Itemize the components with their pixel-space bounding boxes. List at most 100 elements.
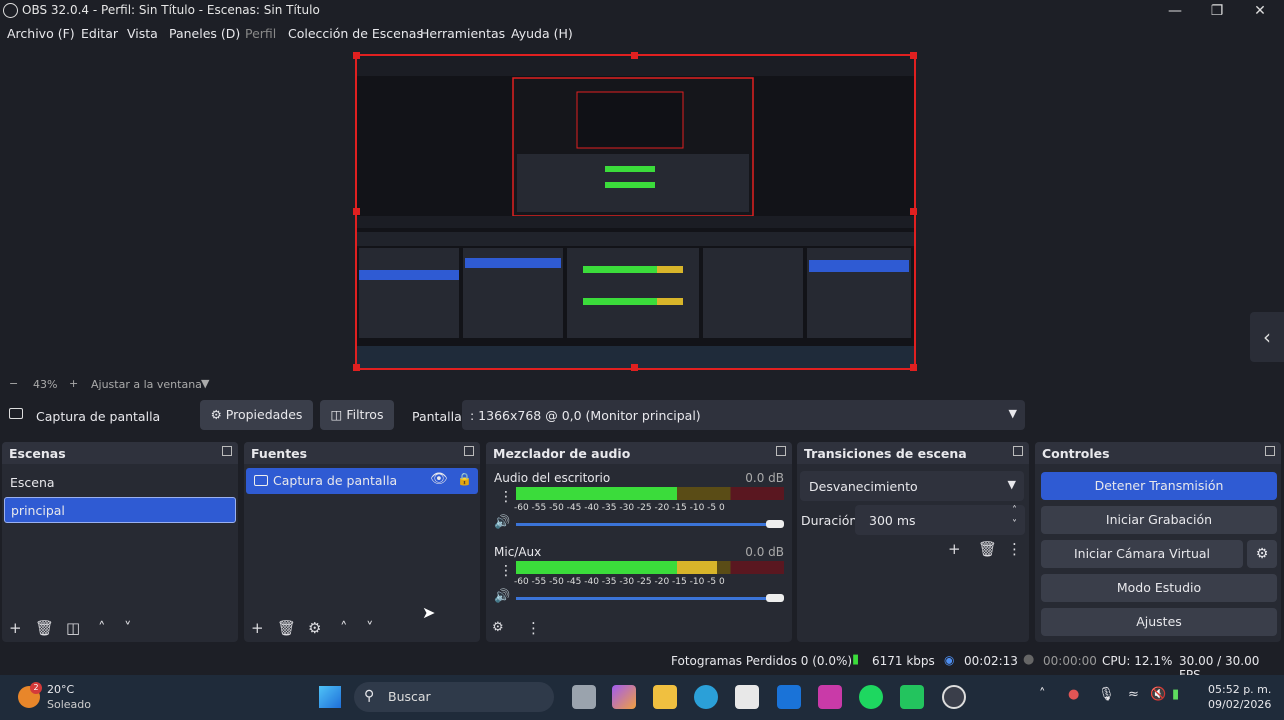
close-icon[interactable]: ✕ xyxy=(1249,1,1271,21)
source-item-label: Captura de pantalla xyxy=(273,473,398,488)
undock-icon[interactable] xyxy=(464,446,474,456)
undock-icon[interactable] xyxy=(1265,446,1275,456)
chevron-down-icon[interactable]: ˅ xyxy=(366,620,374,636)
weather-badge: 2 xyxy=(30,682,42,694)
clock-date[interactable]: 09/02/2026 xyxy=(1208,698,1271,711)
filters-button[interactable]: ◫ Filtros xyxy=(320,400,394,430)
filter-icon[interactable]: ◫ xyxy=(66,620,80,636)
add-icon[interactable]: + xyxy=(251,620,264,636)
volume-slider[interactable] xyxy=(516,597,776,600)
window-title: OBS 32.0.4 - Perfil: Sin Título - Escena… xyxy=(22,3,320,17)
chevron-up-icon[interactable]: ˄ xyxy=(98,620,106,636)
undock-icon[interactable] xyxy=(222,446,232,456)
gear-icon[interactable]: ⚙ xyxy=(308,620,321,636)
spotify-icon[interactable] xyxy=(859,685,883,709)
add-icon[interactable]: + xyxy=(9,620,22,636)
screen-select[interactable]: : 1366x768 @ 0,0 (Monitor principal) ▼ xyxy=(462,400,1025,430)
scene-item-label: principal xyxy=(11,503,65,518)
obs-taskbar-icon[interactable] xyxy=(942,685,966,709)
edge-icon[interactable] xyxy=(694,685,718,709)
speaker-muted-icon[interactable]: 🔇 xyxy=(1150,687,1166,702)
scenes-dock: Escenas Escena principal + 🗑 ◫ ˄ ˅ xyxy=(2,442,238,642)
scene-item-selected[interactable]: principal xyxy=(4,497,236,523)
task-view-icon[interactable] xyxy=(572,685,596,709)
scene-item[interactable]: Escena xyxy=(6,471,236,493)
search-box[interactable]: ⚲ Buscar xyxy=(354,682,554,712)
studio-mode-button[interactable]: Modo Estudio xyxy=(1041,574,1277,602)
transition-select[interactable]: Desvanecimiento ▼ xyxy=(800,471,1024,501)
preview-canvas[interactable] xyxy=(353,52,917,371)
menu-coleccion-escenas[interactable]: Colección de Escenas xyxy=(288,26,423,41)
wifi-icon[interactable]: ≈ xyxy=(1128,687,1139,702)
menu-archivo[interactable]: Archivo (F) xyxy=(7,26,75,41)
chevron-up-icon[interactable]: ˄ xyxy=(1012,505,1017,516)
windows-start-icon[interactable] xyxy=(319,686,341,708)
source-item[interactable]: Captura de pantalla 👁 🔒 xyxy=(246,468,478,494)
chevron-down-icon[interactable]: ▼ xyxy=(201,377,209,390)
minimize-icon[interactable]: — xyxy=(1164,1,1186,21)
menu-perfil[interactable]: Perfil xyxy=(245,26,276,41)
controls-title: Controles xyxy=(1042,446,1110,461)
add-icon[interactable]: + xyxy=(948,541,961,557)
fit-to-window-label[interactable]: Ajustar a la ventana xyxy=(91,378,202,391)
kebab-menu-icon[interactable]: ⋮ xyxy=(499,563,513,579)
chevron-left-icon[interactable]: ‹ xyxy=(1250,312,1284,362)
menu-editar[interactable]: Editar xyxy=(81,26,118,41)
hotel-tv-icon[interactable] xyxy=(818,685,842,709)
zoom-in-button[interactable]: + xyxy=(69,377,78,390)
trash-icon[interactable]: 🗑 xyxy=(978,541,997,557)
chevron-down-icon[interactable]: ˅ xyxy=(1012,519,1017,530)
screen-label: Pantalla xyxy=(412,409,462,424)
chevron-down-icon[interactable]: ˅ xyxy=(124,620,132,636)
game-icon[interactable] xyxy=(900,685,924,709)
store-icon[interactable] xyxy=(735,685,759,709)
maximize-icon[interactable]: ❐ xyxy=(1206,1,1228,21)
undock-icon[interactable] xyxy=(1013,446,1023,456)
start-virtual-camera-button[interactable]: Iniciar Cámara Virtual xyxy=(1041,540,1243,568)
volume-slider[interactable] xyxy=(516,523,776,526)
trash-icon[interactable]: 🗑 xyxy=(277,620,296,636)
title-bar: OBS 32.0.4 - Perfil: Sin Título - Escena… xyxy=(0,0,1284,22)
battery-icon[interactable]: ▮ xyxy=(1172,687,1179,702)
transitions-dock: Transiciones de escena Desvanecimiento ▼… xyxy=(797,442,1029,642)
trash-icon[interactable]: 🗑 xyxy=(35,620,54,636)
menu-vista[interactable]: Vista xyxy=(127,26,158,41)
menu-paneles[interactable]: Paneles (D) xyxy=(169,26,240,41)
chevron-up-icon[interactable]: ˄ xyxy=(340,620,348,636)
undock-icon[interactable] xyxy=(776,446,786,456)
start-recording-button[interactable]: Iniciar Grabación xyxy=(1041,506,1277,534)
outlook-icon[interactable] xyxy=(777,685,801,709)
clock-time[interactable]: 05:52 p. m. xyxy=(1208,683,1271,696)
tray-app-icon[interactable]: ● xyxy=(1068,687,1079,702)
gear-icon[interactable]: ⚙ xyxy=(1247,540,1277,568)
transition-select-value: Desvanecimiento xyxy=(809,479,918,494)
speaker-icon[interactable]: 🔊 xyxy=(494,589,510,604)
settings-button[interactable]: Ajustes xyxy=(1041,608,1277,636)
menu-ayuda[interactable]: Ayuda (H) xyxy=(511,26,573,41)
record-icon: ● xyxy=(1023,652,1035,667)
kebab-menu-icon[interactable]: ⋮ xyxy=(526,620,541,636)
stop-streaming-button[interactable]: Detener Transmisión xyxy=(1041,472,1277,500)
copilot-icon[interactable] xyxy=(612,685,636,709)
speaker-icon[interactable]: 🔊 xyxy=(494,515,510,530)
file-explorer-icon[interactable] xyxy=(653,685,677,709)
microphone-icon[interactable]: 🎙 xyxy=(1098,687,1115,702)
menu-herramientas[interactable]: Herramientas xyxy=(420,26,505,41)
duration-spinbox[interactable]: 300 ms ˄ ˅ xyxy=(855,505,1025,535)
mixer-footer: ⚙ ⋮ xyxy=(486,616,792,642)
meter-ticks: -60 -55 -50 -45 -40 -35 -30 -25 -20 -15 … xyxy=(514,503,725,513)
monitor-icon xyxy=(254,475,268,486)
monitor-icon xyxy=(9,408,23,419)
advanced-audio-icon[interactable]: ⚙ xyxy=(492,620,504,636)
kebab-menu-icon[interactable]: ⋮ xyxy=(499,489,513,505)
zoom-out-button[interactable]: − xyxy=(9,377,18,390)
eye-icon[interactable]: 👁 xyxy=(430,471,448,487)
record-time: 00:00:00 xyxy=(1043,654,1097,668)
search-icon: ⚲ xyxy=(364,688,375,704)
kebab-menu-icon[interactable]: ⋮ xyxy=(1007,541,1022,557)
volume-slider-knob[interactable] xyxy=(766,520,784,528)
volume-slider-knob[interactable] xyxy=(766,594,784,602)
lock-icon[interactable]: 🔒 xyxy=(457,472,472,486)
chevron-up-icon[interactable]: ˄ xyxy=(1039,687,1046,702)
properties-button[interactable]: ⚙ Propiedades xyxy=(200,400,313,430)
